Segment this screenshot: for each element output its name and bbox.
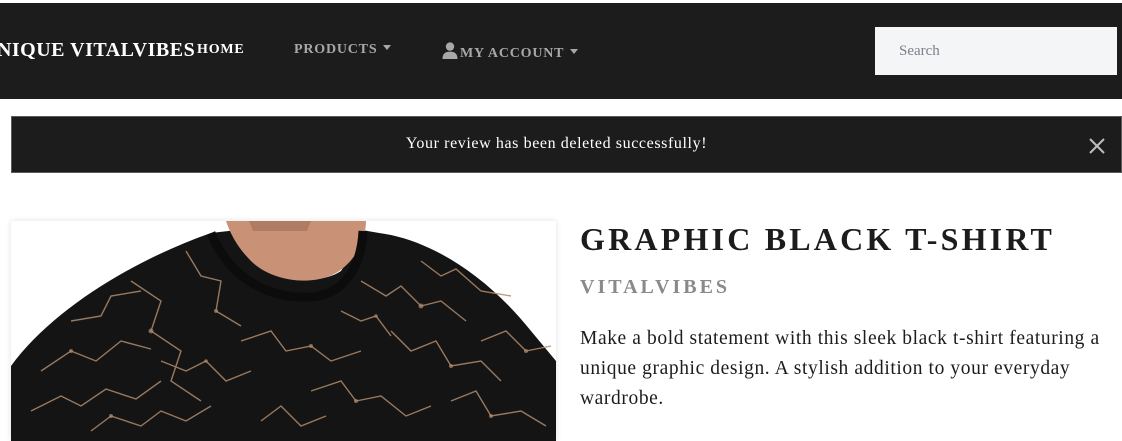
product-title: GRAPHIC BLACK T-SHIRT [580, 221, 1056, 257]
nav-home-label: HOME [197, 42, 245, 57]
search-input[interactable] [875, 27, 1117, 75]
product-brand: VITALVIBES [580, 276, 731, 298]
navbar: UNIQUE VITALVIBES HOME PRODUCTS MY ACCOU… [0, 3, 1122, 99]
product-image [11, 221, 556, 441]
nav-home[interactable]: HOME [197, 42, 245, 58]
chevron-down-icon [570, 49, 579, 54]
product-description: Make a bold statement with this sleek bl… [580, 328, 1100, 409]
alert-banner: Your review has been deleted successfull… [11, 116, 1122, 173]
tshirt-photo [11, 221, 556, 441]
chevron-down-icon [383, 45, 392, 50]
brand-logo[interactable]: UNIQUE VITALVIBES [0, 39, 195, 62]
nav-products-label: PRODUCTS [294, 42, 378, 57]
alert-message: Your review has been deleted successfull… [405, 135, 708, 152]
nav-account-label: MY ACCOUNT [460, 46, 565, 61]
close-icon[interactable] [1087, 136, 1107, 156]
user-icon [442, 42, 458, 59]
nav-products-dropdown[interactable]: PRODUCTS [294, 42, 392, 58]
nav-account-dropdown[interactable]: MY ACCOUNT [442, 42, 579, 62]
